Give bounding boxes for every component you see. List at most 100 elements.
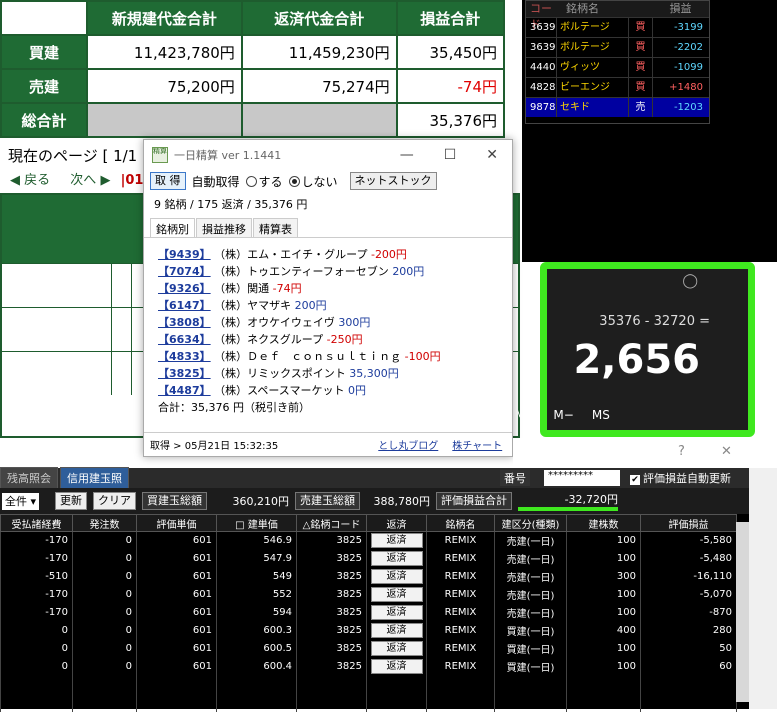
th-eval-price[interactable]: 評価単価 — [136, 514, 217, 532]
stock-name: （株）ネクスグループ — [214, 333, 324, 346]
chart-link[interactable]: 株チャート — [452, 437, 502, 452]
th-type[interactable]: 建区分(種類) — [494, 514, 567, 532]
stock-row-selected[interactable]: 9878 セキド売 -1203 — [526, 97, 709, 117]
stock-code-link[interactable]: 【3825】 — [158, 367, 211, 380]
cell-5[interactable]: 返済 — [366, 621, 427, 640]
prev-arrow-icon[interactable]: ◀ — [10, 173, 20, 188]
stock-row[interactable]: 3639 ボルテージ買 -2202 — [526, 37, 709, 57]
clear-button[interactable]: クリア — [93, 492, 137, 510]
cell-4: 3825 — [296, 657, 367, 676]
stock-list-header: コード 銘柄名 損益 — [526, 1, 709, 31]
th-order-qty[interactable]: 発注数 — [72, 514, 137, 532]
m-plus-button[interactable]: M+ — [515, 408, 535, 422]
next-arrow-icon[interactable]: ▶ — [100, 173, 110, 188]
tab-settlement[interactable]: 精算表 — [253, 218, 298, 237]
cell-7: 売建(一日) — [494, 531, 567, 550]
table-row[interactable]: -170 0 601 594 3825 返済 REMIX 売建(一日) 100 -870 — [0, 603, 737, 622]
list-item: 【4833】 （株）Ｄｅｆ ｃｏｎｓｕｌｔｉｎｇ -100円 — [158, 348, 512, 365]
filter-select[interactable]: 全件 ▾ — [2, 492, 40, 510]
maximize-icon[interactable]: ☐ — [444, 147, 457, 163]
table-row[interactable]: -170 0 601 547.9 3825 返済 REMIX 売建(一日) 100 -5,480 — [0, 549, 737, 568]
netstock-button[interactable]: ネットストック — [349, 172, 437, 190]
sell-total-label: 売建玉総額 — [295, 492, 361, 510]
stock-row[interactable]: 4828 ビーエンジ買 +1480 — [526, 77, 709, 97]
calculator-display: ◯ 35376 - 32720 = 2,656 M+ M− MS — [515, 262, 755, 437]
cell-5[interactable]: 返済 — [366, 549, 427, 568]
th-qty[interactable]: 建株数 — [566, 514, 641, 532]
close-icon[interactable]: ✕ — [486, 147, 498, 163]
table-row[interactable]: 0 0 601 600.5 3825 返済 REMIX 買建(一日) 100 50 — [0, 639, 737, 658]
th-entry-price[interactable]: □ 建単価 — [216, 514, 297, 532]
stock-row[interactable]: 4440 ヴィッツ買 -1099 — [526, 57, 709, 77]
cell-5[interactable]: 返済 — [366, 657, 427, 676]
stock-code-link[interactable]: 【3808】 — [158, 316, 211, 329]
th-pnl[interactable]: 評価損益 — [640, 514, 737, 532]
table-row[interactable]: 0 0 601 600.3 3825 返済 REMIX 買建(一日) 400 280 — [0, 621, 737, 640]
scrollbar[interactable] — [736, 522, 749, 702]
ms-button[interactable]: MS — [592, 408, 610, 422]
cell-3: 600.4 — [216, 657, 297, 676]
blog-link[interactable]: とし丸ブログ — [378, 437, 438, 452]
stock-code-link[interactable]: 【6634】 — [158, 333, 211, 346]
table-row[interactable]: -510 0 601 549 3825 返済 REMIX 売建(一日) 300 -16,110 — [0, 567, 737, 586]
tab-by-stock[interactable]: 銘柄別 — [150, 218, 195, 237]
th-code[interactable]: △銘柄コード — [296, 514, 367, 532]
repay-button[interactable]: 返済 — [370, 569, 423, 584]
dialog-close-icon[interactable]: ✕ — [721, 444, 732, 459]
stock-code-link[interactable]: 【9439】 — [158, 248, 211, 261]
next-link[interactable]: 次へ — [70, 173, 96, 188]
auto-update-toggle[interactable]: ✔ 評価損益自動更新 — [628, 470, 733, 486]
tab-pnl-trend[interactable]: 損益推移 — [196, 218, 252, 237]
repay-button[interactable]: 返済 — [370, 605, 423, 620]
pin-input[interactable]: ********* — [544, 470, 620, 486]
minimize-icon[interactable]: — — [400, 147, 414, 163]
repay-button[interactable]: 返済 — [370, 551, 423, 566]
stock-code-link[interactable]: 【7074】 — [158, 265, 211, 278]
stock-code-link[interactable]: 【6147】 — [158, 299, 211, 312]
tab-margin-positions[interactable]: 信用建玉照 — [60, 467, 129, 488]
calc-expression: 35376 - 32720 = — [599, 314, 710, 329]
repay-button[interactable]: 返済 — [370, 641, 423, 656]
calc-result: 2,656 — [573, 337, 700, 383]
cell-3: 549 — [216, 567, 297, 586]
prev-link[interactable]: 戻る — [24, 173, 50, 188]
window-titlebar[interactable]: 精算 一日精算 ver 1.1441 — ☐ ✕ — [144, 140, 512, 170]
radio-auto-off[interactable]: しない — [288, 173, 338, 190]
get-button[interactable]: 取 得 — [150, 172, 186, 190]
stock-pnl: -2202 — [652, 38, 709, 57]
radio-auto-on[interactable]: する — [245, 173, 283, 190]
cell-5[interactable]: 返済 — [366, 603, 427, 622]
cell-5[interactable]: 返済 — [366, 531, 427, 550]
repay-button[interactable]: 返済 — [370, 623, 423, 638]
th-fee[interactable]: 受払諸経費 — [0, 514, 73, 532]
cell-0: 0 — [0, 657, 73, 676]
stock-code-link[interactable]: 【9326】 — [158, 282, 211, 295]
history-icon[interactable]: ◯ — [682, 273, 698, 289]
fetch-time: 取得 > 05月21日 15:32:35 — [150, 441, 279, 452]
m-minus-button[interactable]: M− — [553, 408, 573, 422]
cell-2: 601 — [136, 603, 217, 622]
cell-8: 100 — [566, 549, 641, 568]
stock-row[interactable]: 3639 ボルテージ買 -3199 — [526, 17, 709, 37]
cell-5[interactable]: 返済 — [366, 567, 427, 586]
cell-1: 0 — [72, 657, 137, 676]
repay-button[interactable]: 返済 — [370, 659, 423, 674]
cell-5[interactable]: 返済 — [366, 585, 427, 604]
cell-6: REMIX — [426, 603, 495, 622]
th-name[interactable]: 銘柄名 — [426, 514, 495, 532]
cell-2: 601 — [136, 531, 217, 550]
tab-balance[interactable]: 残高照会 — [0, 467, 58, 488]
header-new-total: 新規建代金合計 — [86, 0, 243, 36]
table-row[interactable]: -170 0 601 546.9 3825 返済 REMIX 売建(一日) 100 -5,580 — [0, 531, 737, 550]
table-row[interactable]: -170 0 601 552 3825 返済 REMIX 売建(一日) 100 -5,070 — [0, 585, 737, 604]
stock-code-link[interactable]: 【4833】 — [158, 350, 211, 363]
stock-code-link[interactable]: 【4487】 — [158, 384, 211, 397]
repay-button[interactable]: 返済 — [370, 587, 423, 602]
cell-8: 100 — [566, 603, 641, 622]
repay-button[interactable]: 返済 — [370, 533, 423, 549]
th-repay[interactable]: 返済 — [366, 514, 427, 532]
help-icon[interactable]: ? — [678, 444, 685, 459]
table-row[interactable]: 0 0 601 600.4 3825 返済 REMIX 買建(一日) 100 60 — [0, 657, 737, 676]
update-button[interactable]: 更新 — [55, 492, 88, 510]
cell-5[interactable]: 返済 — [366, 639, 427, 658]
